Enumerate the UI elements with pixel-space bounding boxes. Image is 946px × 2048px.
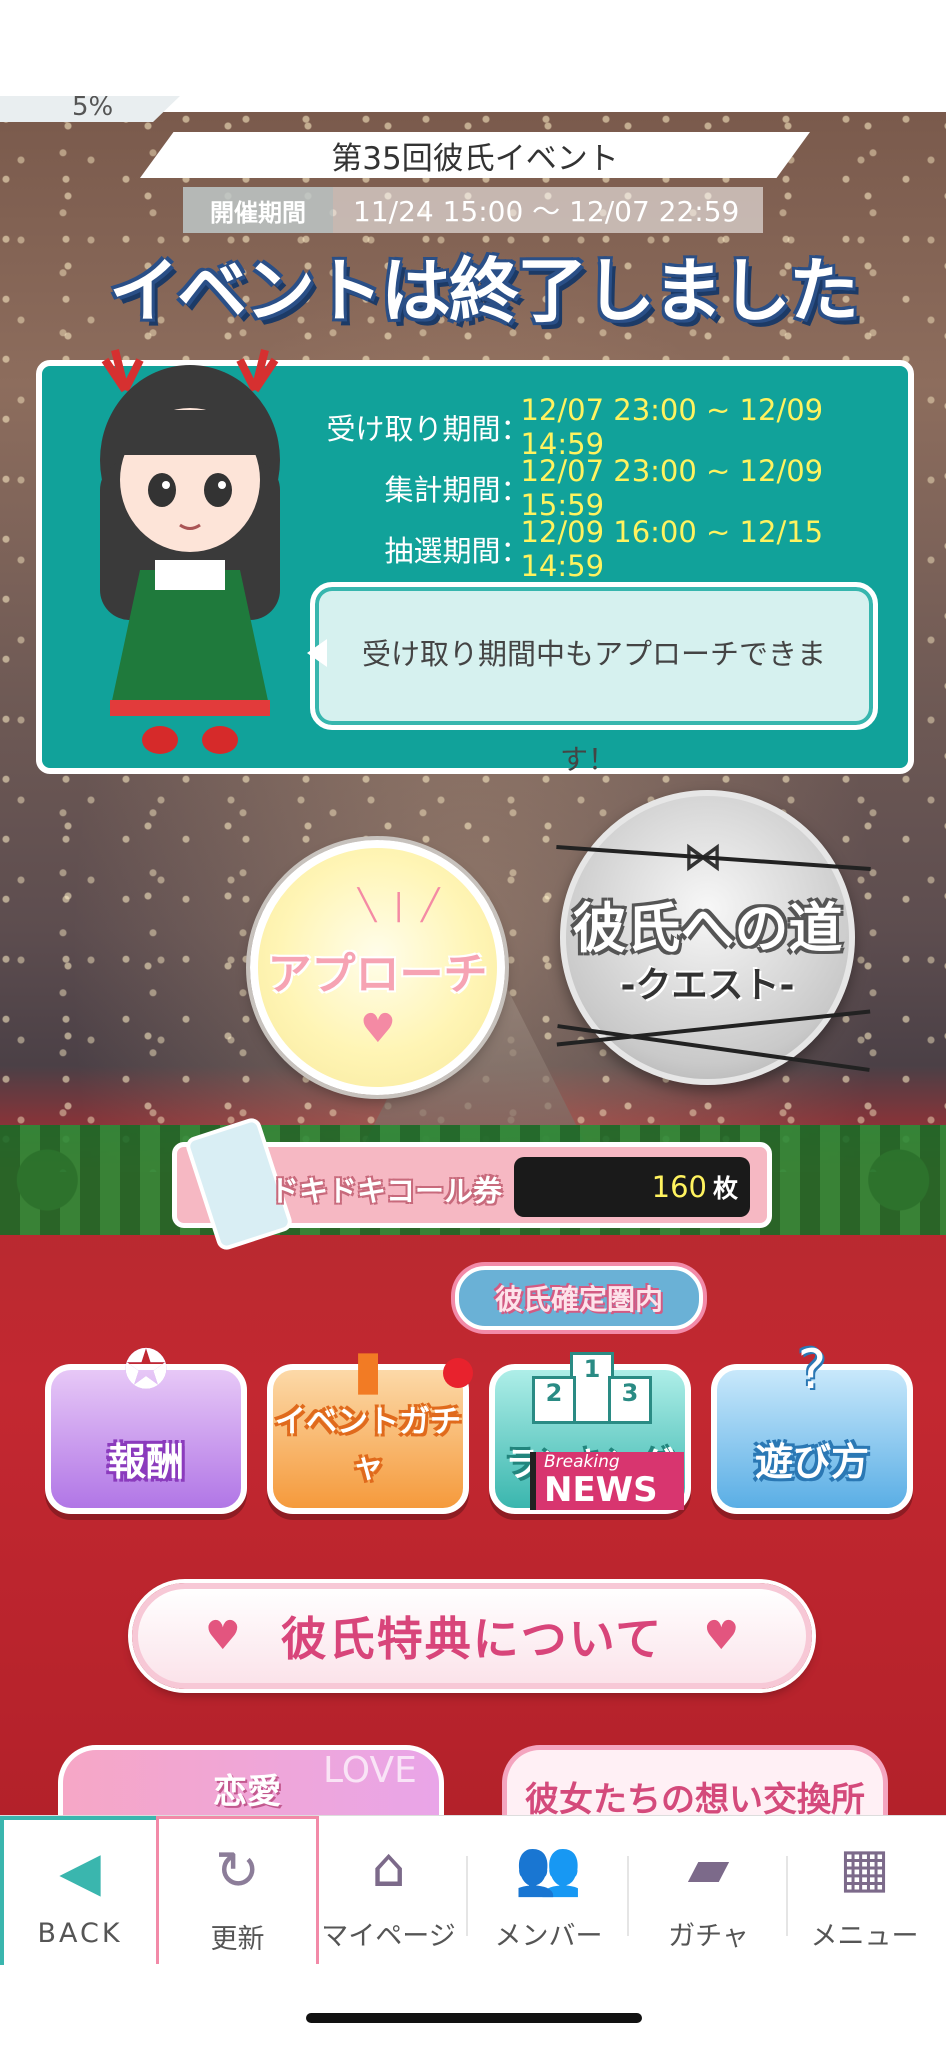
news-breaking-text: Breaking [544, 1452, 620, 1472]
heart-icon: ♥ [703, 1613, 740, 1659]
event-period: 開催期間 11/24 15:00 〜 12/07 22:59 [183, 187, 763, 233]
reward-button[interactable]: ✪ 報酬 [45, 1338, 247, 1514]
schedule-label: 集計期間 [384, 472, 501, 507]
tab-mypage[interactable]: ⌂ マイページ [310, 1816, 467, 1961]
approach-label: アプローチ [267, 949, 488, 1000]
exchange-label: 彼女たちの想い交換所 [525, 1780, 865, 1820]
boyfriend-perks-button[interactable]: ♥ 彼氏特典について ♥ [132, 1583, 812, 1689]
love-banner[interactable]: 恋愛 LOVE [58, 1745, 444, 1820]
star-medal-icon: ✪ [123, 1338, 169, 1401]
podium-second: 2 [532, 1376, 576, 1424]
schedule-label: 受け取り期間 [326, 411, 501, 446]
question-icon: ? [797, 1338, 827, 1401]
reward-label: 報酬 [107, 1440, 184, 1484]
heart-icon: ♥ [204, 1613, 241, 1659]
grid-menu-icon: ▦ [838, 1836, 891, 1899]
breaking-news-badge: Breaking NEWS [530, 1452, 684, 1510]
speech-text: 受け取り期間中もアプローチできま [361, 637, 826, 671]
home-indicator [306, 2013, 642, 2023]
heart-icon: ♥ [360, 1006, 396, 1052]
podium-icon: 1 2 3 [525, 1352, 655, 1424]
character-avatar [100, 349, 280, 754]
members-icon: 👥 [514, 1836, 583, 1899]
period-label: 開催期間 [183, 187, 333, 233]
progress-indicator: 5% [0, 96, 180, 122]
tab-divider [466, 1856, 468, 1936]
schedule-list: 受け取り期間 ： 12/07 23:00 ~ 12/09 14:59 集計期間 … [292, 393, 882, 583]
tab-label: 更新 [210, 1924, 265, 1955]
refresh-icon: ↻ [214, 1839, 261, 1902]
ticket-unit: 枚 [712, 1174, 738, 1203]
tab-back[interactable]: ◀ BACK [0, 1816, 156, 1965]
tab-label: メンバー [494, 1921, 603, 1952]
schedule-value: 12/07 23:00 ~ 12/09 14:59 [520, 392, 824, 461]
event-ended-banner: イベントは終了しました [109, 249, 859, 332]
ticket-count: 160 [651, 1170, 707, 1204]
news-text: NEWS [544, 1470, 658, 1510]
rank-status-badge: 彼氏確定圏内 [455, 1266, 703, 1330]
speech-bubble: 受け取り期間中もアプローチできま [307, 582, 878, 730]
how-to-play-label: 遊び方 [754, 1440, 869, 1484]
schedule-row-tally: 集計期間 ： 12/07 23:00 ~ 12/09 15:59 [292, 454, 882, 522]
card-icon: ▮ [353, 1338, 383, 1401]
quest-subtitle: -クエスト- [620, 965, 795, 1006]
period-value: 11/24 15:00 〜 12/07 22:59 [333, 187, 763, 233]
how-to-play-button[interactable]: ? 遊び方 [711, 1338, 913, 1514]
schedule-colon: ： [500, 472, 530, 507]
approach-button[interactable]: ╲ | ╱ アプローチ ♥ [250, 840, 505, 1095]
ticket-count-box: 160 枚 [514, 1157, 750, 1217]
back-arrow-icon: ◀ [59, 1840, 101, 1903]
tab-label: ガチャ [668, 1921, 749, 1952]
love-label: 恋愛 [213, 1772, 281, 1812]
quest-button[interactable]: ⋈ 彼氏への道 -クエスト- [556, 790, 871, 1085]
ticket-label: ドキドキコール券 [270, 1174, 503, 1208]
tab-gacha[interactable]: ▰ ガチャ [630, 1816, 787, 1961]
event-gacha-button[interactable]: ▮ イベントガチャ [267, 1338, 469, 1514]
schedule-row-lottery: 抽選期間 ： 12/09 16:00 ~ 12/15 14:59 [292, 515, 882, 583]
schedule-value: 12/07 23:00 ~ 12/09 15:59 [520, 453, 824, 522]
schedule-colon: ： [500, 411, 530, 446]
love-en-label: LOVE [323, 1750, 417, 1791]
schedule-row-receive: 受け取り期間 ： 12/07 23:00 ~ 12/09 14:59 [292, 393, 882, 461]
tab-menu[interactable]: ▦ メニュー [786, 1816, 943, 1961]
bottom-tab-bar: ◀ BACK ↻ 更新 ⌂ マイページ 👥 メンバー ▰ ガチャ ▦ メニュー [0, 1815, 946, 1965]
schedule-value: 12/09 16:00 ~ 12/15 14:59 [520, 514, 824, 583]
notification-dot [443, 1358, 473, 1388]
event-gacha-label: イベントガチャ [275, 1404, 461, 1485]
event-title: 第35回彼氏イベント [140, 132, 810, 178]
schedule-colon: ： [500, 533, 530, 568]
tab-label: BACK [37, 1918, 123, 1949]
tab-label: マイページ [321, 1921, 456, 1952]
home-icon: ⌂ [371, 1836, 406, 1899]
sparkle-icon: ╲ | ╱ [358, 888, 444, 923]
perks-label: 彼氏特典について [280, 1612, 664, 1666]
tab-member[interactable]: 👥 メンバー [470, 1816, 627, 1961]
tab-divider [627, 1856, 629, 1936]
tab-label: メニュー [810, 1921, 919, 1952]
speech-text-overflow: す！ [560, 743, 617, 776]
podium-third: 3 [608, 1376, 652, 1424]
card-icon: ▰ [687, 1836, 730, 1899]
tab-refresh[interactable]: ↻ 更新 [156, 1816, 319, 1964]
schedule-label: 抽選期間 [384, 533, 501, 568]
quest-title: 彼氏への道 [572, 897, 843, 960]
exchange-banner[interactable]: 彼女たちの想い交換所 [502, 1745, 888, 1820]
progress-text: 5% [72, 92, 114, 122]
